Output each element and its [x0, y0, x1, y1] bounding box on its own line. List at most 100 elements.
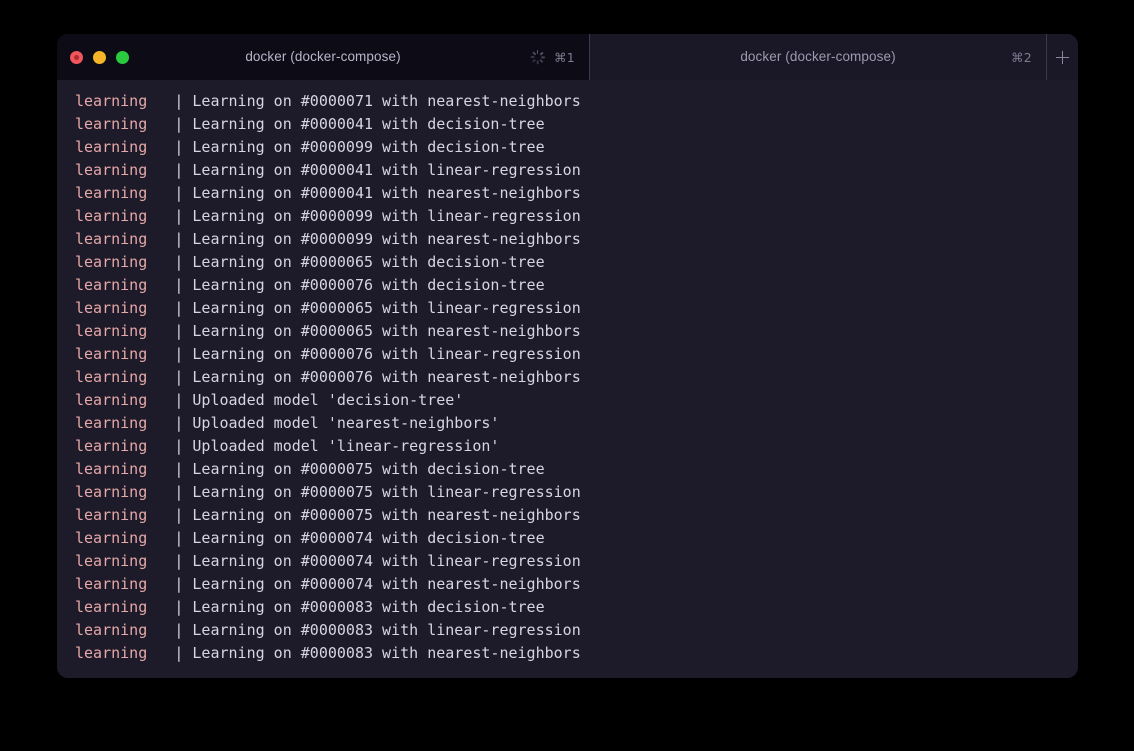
log-service: learning: [75, 621, 175, 639]
log-separator: |: [174, 207, 193, 225]
log-message: Uploaded model 'decision-tree': [192, 391, 464, 409]
desktop: docker (docker-compose) ⌘1 docker (docke…: [0, 0, 1134, 751]
log-service: learning: [75, 644, 175, 662]
log-service: learning: [75, 207, 175, 225]
log-service: learning: [75, 506, 175, 524]
log-separator: |: [174, 414, 193, 432]
log-message: Learning on #0000075 with linear-regress…: [192, 483, 581, 501]
log-line: learning | Learning on #0000075 with nea…: [75, 504, 1078, 527]
log-service: learning: [75, 184, 175, 202]
log-message: Learning on #0000065 with nearest-neighb…: [192, 322, 581, 340]
log-line: learning | Learning on #0000076 with nea…: [75, 366, 1078, 389]
maximize-button[interactable]: [116, 50, 129, 64]
log-line: learning | Uploaded model 'decision-tree…: [75, 389, 1078, 412]
log-line: learning | Uploaded model 'linear-regres…: [75, 435, 1078, 458]
terminal-window: docker (docker-compose) ⌘1 docker (docke…: [57, 34, 1078, 678]
log-message: Learning on #0000074 with decision-tree: [192, 529, 545, 547]
log-service: learning: [75, 529, 175, 547]
tab-docker-2[interactable]: docker (docker-compose) ⌘2: [590, 34, 1046, 80]
terminal-output[interactable]: learning | Learning on #0000071 with nea…: [57, 80, 1078, 678]
log-line: learning | Learning on #0000099 with nea…: [75, 228, 1078, 251]
log-service: learning: [75, 138, 175, 156]
log-line: learning | Learning on #0000083 with dec…: [75, 596, 1078, 619]
log-service: learning: [75, 460, 175, 478]
log-service: learning: [75, 345, 175, 363]
log-service: learning: [75, 391, 175, 409]
log-service: learning: [75, 92, 175, 110]
log-separator: |: [174, 368, 193, 386]
log-message: Learning on #0000083 with decision-tree: [192, 598, 545, 616]
log-message: Learning on #0000065 with decision-tree: [192, 253, 545, 271]
log-line: learning | Learning on #0000076 with dec…: [75, 274, 1078, 297]
log-line: learning | Learning on #0000099 with dec…: [75, 136, 1078, 159]
log-separator: |: [174, 621, 193, 639]
log-line: learning | Learning on #0000099 with lin…: [75, 205, 1078, 228]
log-message: Learning on #0000083 with linear-regress…: [192, 621, 581, 639]
log-service: learning: [75, 575, 175, 593]
log-line: learning | Learning on #0000075 with dec…: [75, 458, 1078, 481]
log-service: learning: [75, 368, 175, 386]
log-separator: |: [174, 644, 193, 662]
plus-icon: [1056, 50, 1069, 64]
log-separator: |: [174, 322, 193, 340]
log-separator: |: [174, 92, 193, 110]
log-service: learning: [75, 161, 175, 179]
log-message: Learning on #0000065 with linear-regress…: [192, 299, 581, 317]
new-tab-button[interactable]: [1046, 34, 1078, 80]
log-message: Learning on #0000074 with linear-regress…: [192, 552, 581, 570]
log-message: Learning on #0000075 with nearest-neighb…: [192, 506, 581, 524]
log-service: learning: [75, 598, 175, 616]
log-separator: |: [174, 552, 193, 570]
log-message: Learning on #0000071 with nearest-neighb…: [192, 92, 581, 110]
log-separator: |: [174, 575, 193, 593]
title-bar: docker (docker-compose) ⌘1 docker (docke…: [57, 34, 1078, 80]
close-button[interactable]: [70, 50, 83, 64]
log-message: Learning on #0000076 with linear-regress…: [192, 345, 581, 363]
log-separator: |: [174, 391, 193, 409]
log-message: Learning on #0000075 with decision-tree: [192, 460, 545, 478]
log-service: learning: [75, 115, 175, 133]
log-separator: |: [174, 483, 193, 501]
log-separator: |: [174, 460, 193, 478]
log-message: Learning on #0000041 with linear-regress…: [192, 161, 581, 179]
log-service: learning: [75, 414, 175, 432]
minimize-button[interactable]: [93, 50, 106, 64]
tab-title-2: docker (docker-compose): [740, 49, 896, 64]
log-separator: |: [174, 299, 193, 317]
log-line: learning | Learning on #0000065 with nea…: [75, 320, 1078, 343]
log-message: Learning on #0000076 with nearest-neighb…: [192, 368, 581, 386]
log-line: learning | Learning on #0000075 with lin…: [75, 481, 1078, 504]
log-message: Uploaded model 'linear-regression': [192, 437, 500, 455]
log-line: learning | Uploaded model 'nearest-neigh…: [75, 412, 1078, 435]
log-message: Learning on #0000099 with nearest-neighb…: [192, 230, 581, 248]
log-separator: |: [174, 598, 193, 616]
log-service: learning: [75, 230, 175, 248]
log-line: learning | Learning on #0000083 with lin…: [75, 619, 1078, 642]
log-separator: |: [174, 276, 193, 294]
log-service: learning: [75, 299, 175, 317]
log-separator: |: [174, 115, 193, 133]
log-line: learning | Learning on #0000041 with dec…: [75, 113, 1078, 136]
log-service: learning: [75, 276, 175, 294]
tab-2-shortcut: ⌘2: [1010, 49, 1032, 65]
log-line: learning | Learning on #0000083 with nea…: [75, 642, 1078, 665]
log-service: learning: [75, 322, 175, 340]
log-separator: |: [174, 529, 193, 547]
log-service: learning: [75, 483, 175, 501]
tab-1-indicators: ⌘1: [530, 34, 575, 80]
log-message: Learning on #0000099 with decision-tree: [192, 138, 545, 156]
log-separator: |: [174, 437, 193, 455]
tab-1-shortcut: ⌘1: [553, 49, 575, 65]
log-message: Learning on #0000076 with decision-tree: [192, 276, 545, 294]
log-message: Learning on #0000041 with decision-tree: [192, 115, 545, 133]
log-line: learning | Learning on #0000065 with dec…: [75, 251, 1078, 274]
log-separator: |: [174, 253, 193, 271]
tab-docker-1[interactable]: docker (docker-compose) ⌘1: [57, 34, 590, 80]
log-separator: |: [174, 161, 193, 179]
log-message: Learning on #0000074 with nearest-neighb…: [192, 575, 581, 593]
log-message: Learning on #0000099 with linear-regress…: [192, 207, 581, 225]
log-line: learning | Learning on #0000041 with lin…: [75, 159, 1078, 182]
log-message: Uploaded model 'nearest-neighbors': [192, 414, 500, 432]
log-separator: |: [174, 230, 193, 248]
log-line: learning | Learning on #0000074 with lin…: [75, 550, 1078, 573]
